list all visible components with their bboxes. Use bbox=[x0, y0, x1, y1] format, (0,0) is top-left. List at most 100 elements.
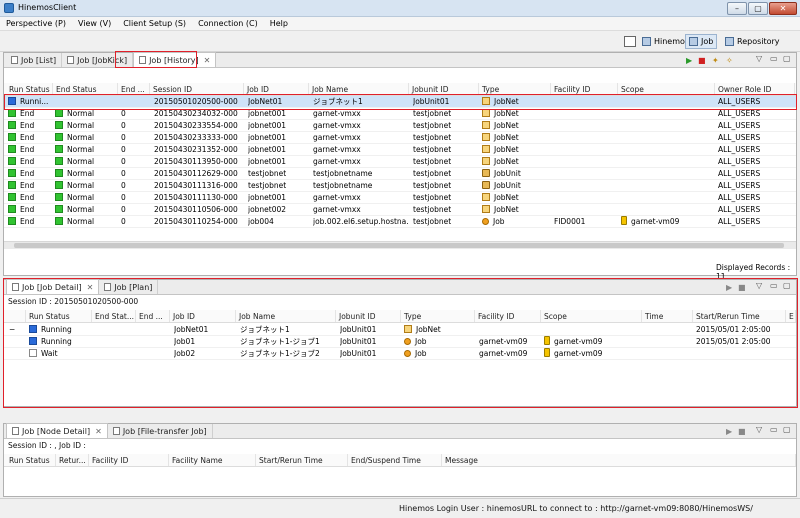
col-job-id[interactable]: Job ID bbox=[244, 83, 309, 95]
table-row[interactable]: End Normal 0 20150430234032-000 jobnet001 gar… bbox=[4, 108, 796, 120]
col-job-name[interactable]: Job Name bbox=[236, 310, 336, 322]
run-status-icon bbox=[8, 205, 16, 213]
job-name-cell: ジョブネット1-ジョブ1 bbox=[240, 336, 335, 348]
col-facility-id[interactable]: Facility ID bbox=[551, 83, 618, 95]
job-name-cell-text: garnet-vmxx bbox=[313, 157, 361, 166]
detail-session-line: Session ID : 20150501020500-000 bbox=[8, 297, 139, 306]
tab-job-jobkick[interactable]: Job [JobKick] bbox=[62, 53, 134, 67]
tab-job-plan[interactable]: Job [Plan] bbox=[99, 280, 159, 294]
table-row[interactable]: Running Job01 ジョブネット1-ジョブ1 JobUnit01 Job garn… bbox=[4, 336, 796, 348]
run-icon[interactable]: ▶ bbox=[726, 427, 732, 436]
history-scrollbar[interactable] bbox=[4, 241, 796, 249]
col-facility-id[interactable]: Facility ID bbox=[89, 454, 169, 466]
col-end-status[interactable]: End Status bbox=[53, 83, 118, 95]
view-menu-icon[interactable]: ▽ bbox=[756, 281, 762, 290]
menu-view[interactable]: View (V) bbox=[78, 19, 111, 28]
col-run-status[interactable]: Run Status bbox=[6, 454, 56, 466]
table-row[interactable]: End Normal 0 20150430110254-000 job004 job.00… bbox=[4, 216, 796, 228]
perspective-repository[interactable]: Repository bbox=[721, 34, 784, 49]
facility-id-cell bbox=[554, 132, 616, 144]
minimize-view-icon[interactable]: ▭ bbox=[770, 54, 778, 63]
owner-role-cell-text: ALL_USERS bbox=[718, 217, 761, 226]
menu-connection[interactable]: Connection (C) bbox=[198, 19, 258, 28]
table-row[interactable]: End Normal 0 20150430112629-000 testjobnet te… bbox=[4, 168, 796, 180]
tree-expander-cell[interactable] bbox=[9, 336, 23, 348]
table-row[interactable]: End Normal 0 20150430113950-000 jobnet001 gar… bbox=[4, 156, 796, 168]
tab-file-transfer-job[interactable]: Job [File-transfer Job] bbox=[108, 424, 213, 438]
minimize-view-icon[interactable]: ▭ bbox=[770, 281, 778, 290]
run-icon[interactable]: ▶ bbox=[726, 283, 732, 292]
scope-icon bbox=[544, 348, 550, 357]
menu-perspective[interactable]: Perspective (P) bbox=[6, 19, 66, 28]
col-jobunit-id[interactable]: Jobunit ID bbox=[336, 310, 401, 322]
tab-job-list[interactable]: Job [List] bbox=[6, 53, 63, 67]
stop-icon[interactable]: ■ bbox=[738, 427, 746, 436]
type-cell: JobUnit bbox=[482, 180, 550, 192]
tree-expander-cell[interactable] bbox=[9, 348, 23, 360]
col-end-value[interactable]: End ... bbox=[118, 83, 150, 95]
col-scope[interactable]: Scope bbox=[618, 83, 715, 95]
col-job-name[interactable]: Job Name bbox=[309, 83, 409, 95]
close-button[interactable]: ✕ bbox=[769, 2, 797, 15]
minimize-view-icon[interactable]: ▭ bbox=[770, 425, 778, 434]
table-row[interactable]: End Normal 0 20150430111316-000 testjobnet te… bbox=[4, 180, 796, 192]
table-row[interactable]: Wait Job02 ジョブネット1-ジョブ2 JobUnit01 Job garnet-… bbox=[4, 348, 796, 360]
minimize-button[interactable]: – bbox=[727, 2, 747, 15]
col-scope[interactable]: Scope bbox=[541, 310, 642, 322]
filter-icon[interactable]: ✧ bbox=[726, 56, 733, 65]
table-row[interactable]: − Running JobNet01 ジョブネット1 JobUnit01 JobNet 20… bbox=[4, 324, 796, 336]
tree-expander-cell[interactable]: − bbox=[9, 324, 23, 336]
maximize-view-icon[interactable]: ▢ bbox=[783, 281, 791, 290]
stop-icon[interactable]: ■ bbox=[698, 56, 706, 65]
col-start-rerun-time[interactable]: Start/Rerun Time bbox=[256, 454, 348, 466]
maximize-view-icon[interactable]: ▢ bbox=[783, 54, 791, 63]
maximize-view-icon[interactable]: ▢ bbox=[783, 425, 791, 434]
col-return[interactable]: Retur... bbox=[56, 454, 89, 466]
maximize-button[interactable]: ▢ bbox=[748, 2, 768, 15]
table-row[interactable]: End Normal 0 20150430233554-000 jobnet001 gar… bbox=[4, 120, 796, 132]
job-name-cell: testjobnetname bbox=[313, 180, 408, 192]
col-end-value[interactable]: End ... bbox=[136, 310, 170, 322]
tab-job-history[interactable]: Job [History] ✕ bbox=[133, 52, 217, 67]
col-end-suspend-time[interactable]: End/Suspend Time bbox=[348, 454, 442, 466]
type-cell-text: JobNet bbox=[494, 97, 519, 106]
perspective-job[interactable]: Job bbox=[685, 34, 718, 49]
col-message[interactable]: Message bbox=[442, 454, 796, 466]
col-run-status[interactable]: Run Status bbox=[26, 310, 92, 322]
table-row[interactable]: End Normal 0 20150430233333-000 jobnet001 gar… bbox=[4, 132, 796, 144]
tab-job-detail[interactable]: Job [Job Detail] ✕ bbox=[6, 279, 100, 294]
col-end-time[interactable]: E bbox=[786, 310, 796, 322]
col-end-status[interactable]: End Stat... bbox=[92, 310, 136, 322]
col-session-id[interactable]: Session ID bbox=[150, 83, 244, 95]
col-type[interactable]: Type bbox=[401, 310, 475, 322]
view-icon bbox=[11, 56, 18, 64]
scroll-thumb[interactable] bbox=[14, 243, 784, 248]
close-tab-icon[interactable]: ✕ bbox=[87, 283, 94, 292]
open-perspective-icon[interactable] bbox=[624, 36, 636, 47]
col-type[interactable]: Type bbox=[479, 83, 551, 95]
table-row[interactable]: End Normal 0 20150430111130-000 jobnet001 gar… bbox=[4, 192, 796, 204]
run-icon[interactable]: ▶ bbox=[686, 56, 692, 65]
table-row[interactable]: Runni... 20150501020500-000 JobNet01 ジョブネット… bbox=[4, 96, 796, 108]
close-tab-icon[interactable]: ✕ bbox=[95, 427, 102, 436]
connect-url: URL to connect to : http://garnet-vm09:8… bbox=[521, 504, 753, 513]
session-icon[interactable]: ✦ bbox=[712, 56, 719, 65]
menu-client-setup[interactable]: Client Setup (S) bbox=[123, 19, 186, 28]
close-tab-icon[interactable]: ✕ bbox=[204, 56, 211, 65]
col-job-id[interactable]: Job ID bbox=[170, 310, 236, 322]
tab-node-detail[interactable]: Job [Node Detail] ✕ bbox=[6, 423, 108, 438]
view-menu-icon[interactable]: ▽ bbox=[756, 425, 762, 434]
col-facility-name[interactable]: Facility Name bbox=[169, 454, 256, 466]
col-owner-role-id[interactable]: Owner Role ID bbox=[715, 83, 795, 95]
table-row[interactable]: End Normal 0 20150430231352-000 jobnet001 gar… bbox=[4, 144, 796, 156]
view-menu-icon[interactable]: ▽ bbox=[756, 54, 762, 63]
history-panel: Job [List] Job [JobKick] Job [History] ✕ … bbox=[3, 52, 797, 281]
col-run-status[interactable]: Run Status bbox=[6, 83, 53, 95]
col-time[interactable]: Time bbox=[642, 310, 693, 322]
table-row[interactable]: End Normal 0 20150430110506-000 jobnet002 gar… bbox=[4, 204, 796, 216]
col-start-rerun-time[interactable]: Start/Rerun Time bbox=[693, 310, 786, 322]
col-facility-id[interactable]: Facility ID bbox=[475, 310, 541, 322]
col-jobunit-id[interactable]: Jobunit ID bbox=[409, 83, 479, 95]
stop-icon[interactable]: ■ bbox=[738, 283, 746, 292]
menu-help[interactable]: Help bbox=[270, 19, 288, 28]
